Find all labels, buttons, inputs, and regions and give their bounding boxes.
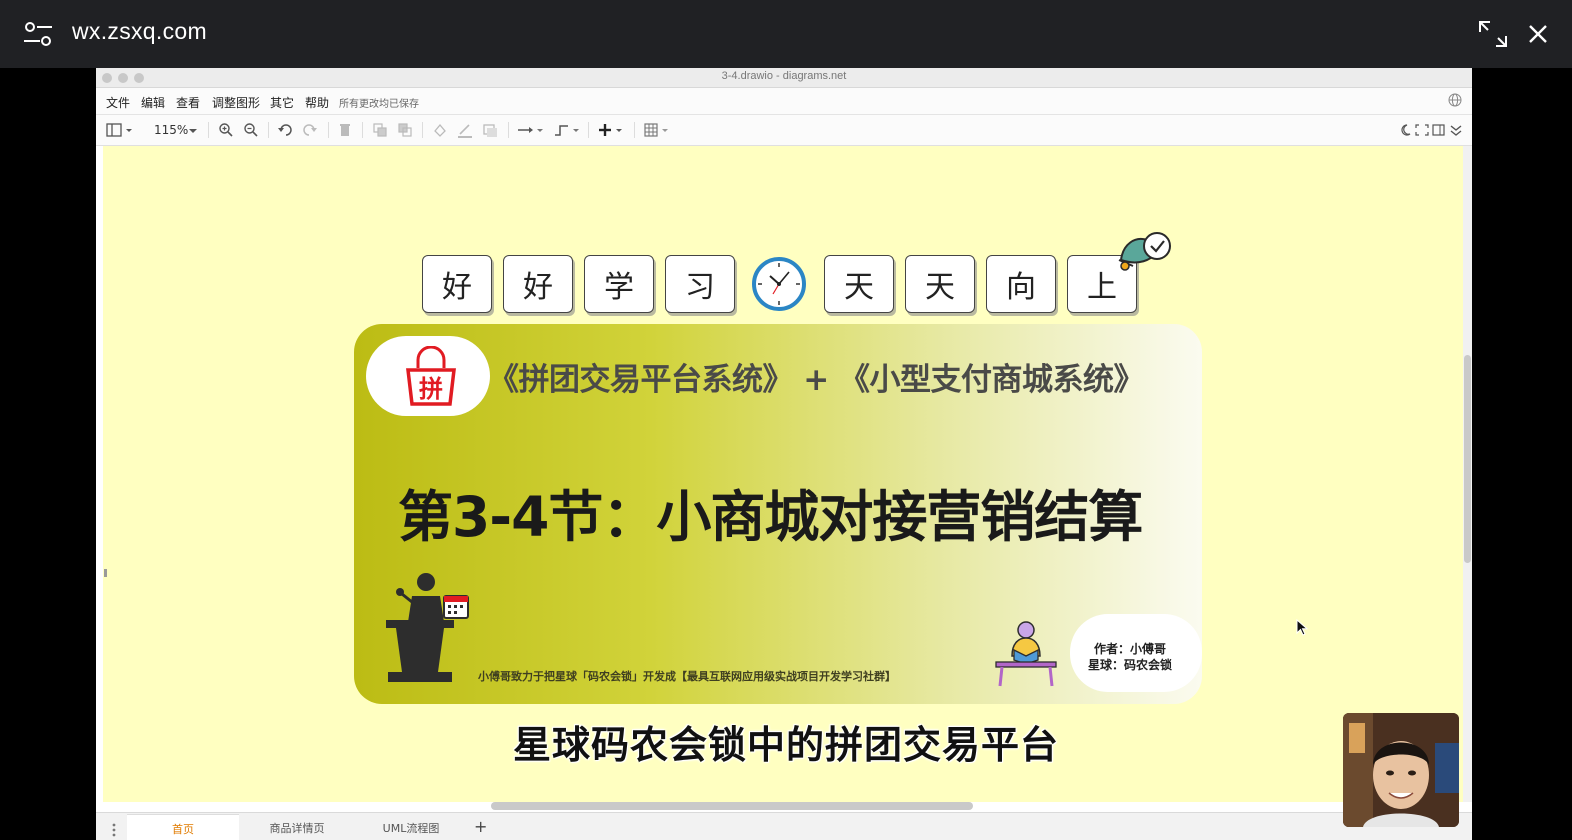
sidebar-collapse-handle[interactable] [104, 569, 107, 577]
mouse-cursor-icon [1296, 619, 1308, 636]
shopping-bag-logo-icon: 拼 [406, 346, 456, 406]
menu-arrange[interactable]: 调整图形 [212, 94, 260, 111]
menu-extras[interactable]: 其它 [270, 94, 294, 111]
tab-product-detail[interactable]: 商品详情页 [243, 814, 351, 840]
char-tile[interactable]: 习 [665, 255, 735, 313]
video-caption: 星球码农会锁中的拼团交易平台 [512, 723, 1059, 767]
window-title: 3-4.drawio - diagrams.net [721, 70, 847, 82]
author-name: 作者：小傅哥 [1094, 642, 1167, 656]
redo-icon[interactable] [302, 122, 318, 138]
viewer-url: wx.zsxq.com [72, 18, 207, 44]
banner-subtitle: 《拼团交易平台系统》 + 《小型支付商城系统》 [488, 362, 1145, 398]
to-back-icon[interactable] [397, 122, 413, 138]
insert-plus-icon[interactable] [598, 122, 626, 138]
menu-edit[interactable]: 编辑 [141, 94, 165, 111]
zoom-out-icon[interactable] [243, 122, 259, 138]
window-titlebar: 3-4.drawio - diagrams.net [96, 68, 1472, 88]
save-status: 所有更改均已保存 [339, 99, 419, 110]
undo-icon[interactable] [277, 122, 293, 138]
char-tile[interactable]: 学 [584, 255, 654, 313]
char-tile[interactable]: 天 [824, 255, 894, 313]
to-front-icon[interactable] [372, 122, 388, 138]
menu-help[interactable]: 帮助 [305, 94, 329, 111]
dark-mode-icon[interactable] [1398, 122, 1412, 138]
author-pill: 作者：小傅哥 星球：码农会锁 [1070, 614, 1202, 692]
toolbar: 115% [96, 115, 1472, 146]
char-tile[interactable]: 好 [422, 255, 492, 313]
add-page-button[interactable]: + [474, 817, 487, 836]
line-color-icon[interactable] [457, 122, 473, 138]
logo-pill: 拼 [366, 336, 490, 416]
author-planet: 星球：码农会锁 [1088, 658, 1173, 672]
menu-file[interactable]: 文件 [106, 94, 130, 111]
delete-icon[interactable] [337, 122, 353, 138]
char-tile[interactable]: 天 [905, 255, 975, 313]
zoom-in-icon[interactable] [218, 122, 234, 138]
fill-color-icon[interactable] [432, 122, 448, 138]
zoom-level[interactable]: 115% [154, 123, 188, 137]
page-tabs-bar: 首页 商品详情页 UML流程图 + [96, 812, 1472, 840]
fullscreen-icon[interactable] [1415, 122, 1429, 138]
banner-title: 第3-4节：小商城对接营销结算 [398, 485, 1143, 549]
shadow-icon[interactable] [482, 122, 498, 138]
presenter-face-image [1343, 713, 1459, 827]
menu-view[interactable]: 查看 [176, 94, 200, 111]
page-menu-icon[interactable] [112, 823, 116, 837]
char-tile[interactable]: 好 [503, 255, 573, 313]
tab-uml-flow[interactable]: UML流程图 [355, 814, 467, 840]
webcam-overlay [1343, 713, 1459, 827]
logo-char: 拼 [419, 375, 443, 403]
clock-icon[interactable] [751, 256, 807, 312]
table-icon[interactable] [644, 122, 672, 138]
zoom-dropdown-icon[interactable] [188, 122, 198, 138]
format-panel-icon[interactable] [106, 122, 134, 138]
waypoints-icon[interactable] [553, 122, 581, 138]
banner-slogan: 小傅哥致力于把星球「码农会锁」开发成【最具互联网应用级实战项目开发学习社群】 [478, 670, 896, 683]
connection-arrow-icon[interactable] [517, 122, 545, 138]
vertical-scrollbar[interactable] [1464, 355, 1471, 563]
settings-sliders-icon[interactable] [22, 20, 54, 48]
title-banner[interactable]: 拼 《拼团交易平台系统》 + 《小型支付商城系统》 第3-4节：小商城对接营销结… [354, 324, 1202, 704]
reader-at-desk-icon [995, 621, 1057, 687]
bell-alarm-icon[interactable] [1113, 230, 1181, 276]
close-icon[interactable] [1526, 22, 1550, 46]
menubar: 文件 编辑 查看 调整图形 其它 帮助 所有更改均已保存 [96, 88, 1472, 115]
horizontal-scrollbar[interactable] [491, 802, 973, 810]
tab-home[interactable]: 首页 [127, 814, 239, 840]
expand-icon[interactable] [1478, 20, 1508, 48]
format-toggle-icon[interactable] [1432, 122, 1446, 138]
globe-icon[interactable] [1448, 93, 1462, 107]
viewer-top-bar: wx.zsxq.com [0, 0, 1572, 68]
speaker-podium-icon [386, 573, 469, 682]
char-tile[interactable]: 向 [986, 255, 1056, 313]
collapse-chevrons-icon[interactable] [1449, 122, 1463, 138]
diagram-canvas[interactable]: 好 好 学 习 天 天 向 上 拼 《拼团交易平台系统》 + 《小型支付商城系统… [103, 146, 1463, 802]
